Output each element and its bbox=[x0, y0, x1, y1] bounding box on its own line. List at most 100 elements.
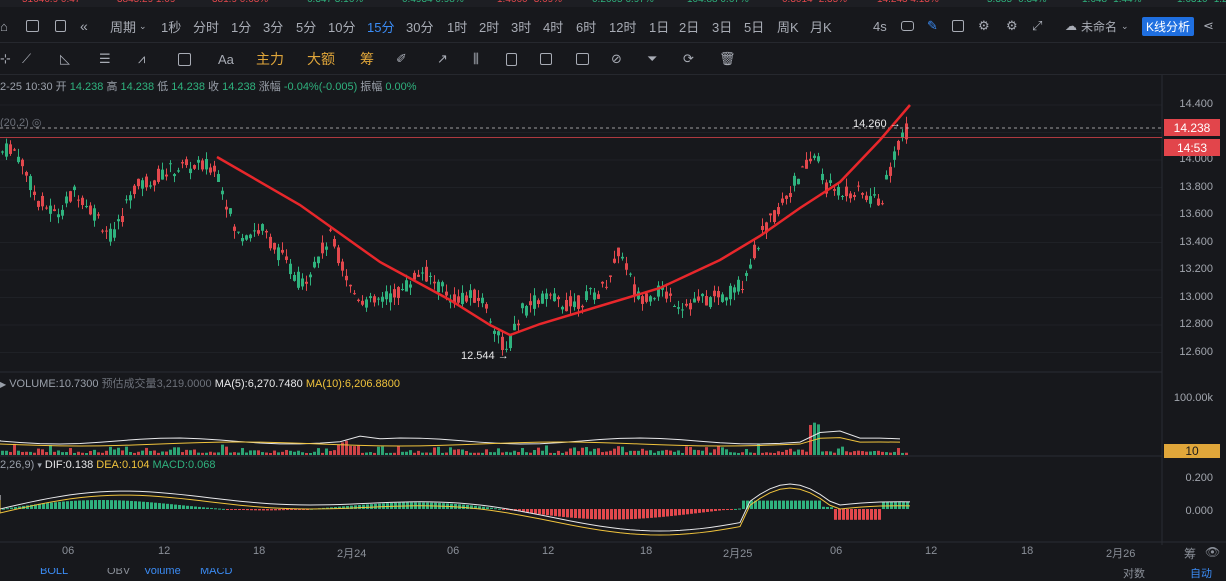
eye-icon[interactable]: ◎ bbox=[32, 117, 42, 129]
macd-histogram-bar bbox=[830, 507, 833, 509]
price-tick: 13.200 bbox=[1179, 263, 1213, 275]
dea-line bbox=[0, 487, 911, 536]
macd-histogram-bar bbox=[162, 503, 165, 509]
volume-bar bbox=[781, 451, 784, 455]
candle-body bbox=[801, 166, 804, 168]
candle-body bbox=[681, 309, 684, 311]
macd-histogram-bar bbox=[802, 500, 805, 509]
volume-bar bbox=[629, 450, 632, 455]
volume-bar bbox=[721, 447, 724, 455]
chevron-down-icon[interactable]: ▾ bbox=[37, 460, 42, 470]
macd-histogram-bar bbox=[782, 500, 785, 509]
macd-histogram-bar bbox=[606, 509, 609, 520]
candle-body bbox=[1, 151, 4, 153]
macd-histogram-bar bbox=[110, 500, 113, 509]
macd-histogram-bar bbox=[642, 509, 645, 519]
macd-params: 2,26,9) bbox=[0, 459, 35, 471]
volume-bar bbox=[137, 451, 140, 455]
macd-histogram-bar bbox=[650, 509, 653, 518]
candle-body bbox=[517, 323, 520, 326]
volume-bar bbox=[165, 451, 168, 455]
candle-body bbox=[905, 123, 908, 140]
macd-histogram-bar bbox=[122, 500, 125, 509]
auto-scale-toggle[interactable]: 自动 bbox=[1190, 568, 1212, 581]
bar-date: 2-25 10:30 bbox=[0, 81, 53, 93]
volume-bar bbox=[257, 450, 260, 455]
macd-histogram-bar bbox=[194, 506, 197, 509]
dif-value: DIF:0.138 bbox=[44, 459, 94, 471]
chip-distribution-toggle[interactable]: 筹 bbox=[1184, 545, 1196, 562]
candle-body bbox=[281, 249, 284, 253]
log-scale-toggle[interactable]: 对数 bbox=[1123, 568, 1145, 581]
volume-bar bbox=[537, 447, 540, 455]
volume-bar bbox=[805, 451, 808, 455]
volume-bar bbox=[625, 452, 628, 455]
volume-bar bbox=[501, 452, 504, 455]
macd-histogram-bar bbox=[366, 504, 369, 509]
macd-histogram-bar bbox=[374, 503, 377, 509]
volume-bar bbox=[289, 450, 292, 455]
indicator-macd[interactable]: MACD bbox=[200, 568, 232, 577]
volume-bar bbox=[841, 446, 844, 455]
volume-bar bbox=[169, 449, 172, 455]
macd-histogram-bar bbox=[786, 500, 789, 509]
volume-bar bbox=[221, 444, 224, 455]
indicator-volume[interactable]: Volume bbox=[144, 568, 181, 577]
collapse-icon[interactable]: ▶ bbox=[0, 380, 6, 389]
macd-histogram-bar bbox=[790, 500, 793, 509]
candle-body bbox=[497, 331, 500, 336]
candle-body bbox=[369, 296, 372, 299]
macd-histogram-bar bbox=[738, 508, 741, 510]
time-tick: 06 bbox=[62, 545, 75, 557]
candle-body bbox=[325, 246, 328, 250]
volume-bar bbox=[437, 446, 440, 455]
volume-bar bbox=[541, 450, 544, 455]
candle-body bbox=[117, 219, 120, 222]
macd-histogram-bar bbox=[686, 509, 689, 515]
volume-bar bbox=[109, 446, 112, 455]
candle-body bbox=[493, 330, 496, 334]
macd-histogram-bar bbox=[50, 502, 53, 509]
volume-bar bbox=[105, 450, 108, 455]
candle-body bbox=[33, 191, 36, 195]
volume-bar bbox=[29, 451, 32, 455]
boll-legend[interactable]: (20,2) ◎ bbox=[0, 116, 41, 129]
indicator-boll[interactable]: BOLL bbox=[40, 568, 68, 577]
candle-body bbox=[581, 305, 584, 308]
macd-histogram-bar bbox=[170, 504, 173, 509]
volume-bar bbox=[857, 450, 860, 455]
indicator-obv[interactable]: OBV bbox=[107, 568, 130, 577]
macd-histogram-bar bbox=[166, 503, 169, 509]
candle-body bbox=[389, 293, 392, 303]
volume-bar bbox=[677, 450, 680, 455]
candle-body bbox=[177, 170, 180, 172]
eye-toggle-icon[interactable]: 👁 bbox=[1205, 545, 1220, 559]
volume-bar bbox=[469, 452, 472, 455]
macd-histogram-bar bbox=[218, 508, 221, 510]
candle-body bbox=[57, 214, 60, 218]
candle-body bbox=[461, 292, 464, 305]
volume-bar bbox=[153, 450, 156, 455]
volume-bar bbox=[269, 452, 272, 455]
candle-body bbox=[513, 323, 516, 331]
volume-bar bbox=[425, 452, 428, 455]
candle-body bbox=[817, 156, 820, 162]
macd-histogram-bar bbox=[582, 509, 585, 519]
candle-body bbox=[13, 149, 16, 151]
macd-histogram-bar bbox=[806, 500, 809, 509]
candle-body bbox=[753, 244, 756, 259]
candle-body bbox=[769, 213, 772, 216]
macd-histogram-bar bbox=[798, 500, 801, 509]
macd-histogram-bar bbox=[866, 509, 869, 520]
candle-body bbox=[265, 231, 268, 233]
candle-body bbox=[729, 285, 732, 300]
volume-bar bbox=[449, 447, 452, 455]
volume-bar bbox=[713, 449, 716, 455]
candle-body bbox=[429, 275, 432, 277]
volume-bar bbox=[761, 452, 764, 455]
macd-histogram-bar bbox=[762, 500, 765, 509]
candle-body bbox=[673, 306, 676, 308]
volume-bar bbox=[33, 452, 36, 455]
open-label: 开 bbox=[55, 81, 67, 93]
volume-bar bbox=[361, 452, 364, 455]
